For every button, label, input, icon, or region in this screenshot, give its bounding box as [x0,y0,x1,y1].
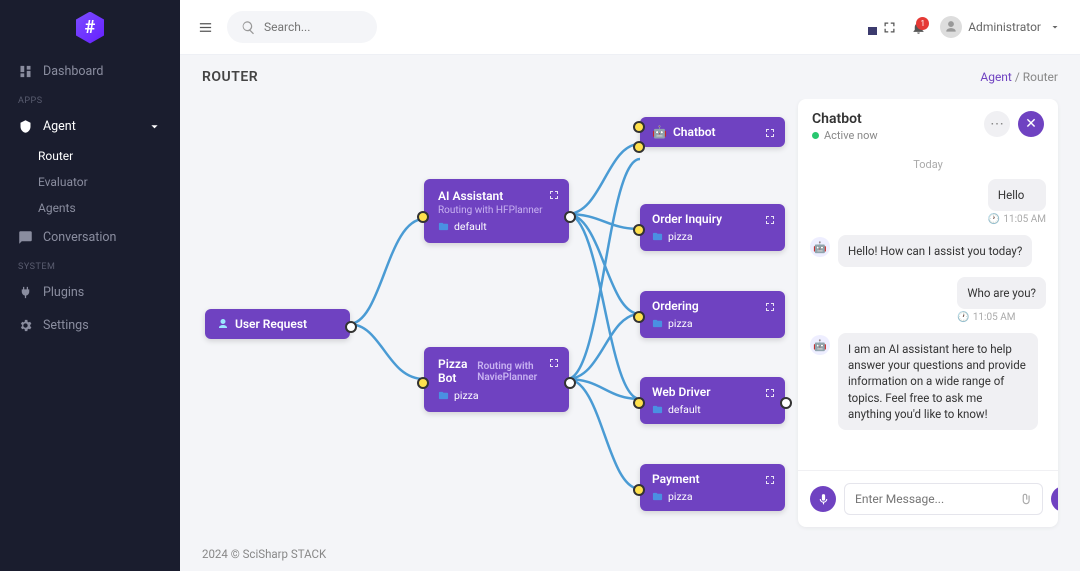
section-apps: APPS [0,88,180,110]
node-pizza-bot[interactable]: Pizza Bot Routing with NaviePlanner pizz… [424,347,569,412]
chat-icon [18,230,33,245]
nav-router[interactable]: Router [0,143,180,169]
notification-count: 1 [916,17,929,30]
chevron-down-icon [1047,20,1062,35]
nav-conversation[interactable]: Conversation [0,221,180,254]
chat-message: 🤖 Hello! How can I assist you today? [810,235,1046,267]
chat-body[interactable]: Hello 🕐 11:05 AM 🤖 Hello! How can I assi… [798,179,1058,470]
nav-settings[interactable]: Settings [0,309,180,342]
content: User Request AI Assistant Routing with H… [180,99,1080,537]
mic-button[interactable] [810,486,836,512]
node-chatbot[interactable]: 🤖 Chatbot [640,117,785,147]
nav-label: Settings [43,318,89,333]
status-dot-icon [812,132,819,139]
agent-icon [18,119,33,134]
bot-avatar-icon: 🤖 [810,335,830,355]
chat-input-bar [798,470,1058,527]
chat-status: Active now [812,129,878,142]
expand-icon[interactable] [546,355,561,370]
menu-icon[interactable] [198,20,213,35]
attach-icon[interactable] [1017,492,1032,507]
search-input[interactable] [227,11,377,43]
router-canvas[interactable]: User Request AI Assistant Routing with H… [202,99,784,527]
section-system: SYSTEM [0,254,180,276]
nav-label: Conversation [43,230,116,245]
breadcrumb-parent[interactable]: Agent [980,70,1011,84]
nav-label: Dashboard [43,64,103,79]
chat-title: Chatbot [812,111,878,127]
gear-icon [18,318,33,333]
chat-header: Chatbot Active now ⋯ ✕ [798,99,1058,154]
msg-time: 🕐 11:05 AM [957,312,1046,323]
bell-icon[interactable]: 1 [911,20,926,35]
user-menu[interactable]: Administrator [940,16,1062,38]
search-field[interactable] [264,20,363,34]
message-field[interactable] [855,492,1011,506]
logo: # [0,0,180,55]
chevron-down-icon [147,119,162,134]
user-name: Administrator [968,20,1041,34]
sidebar: # Dashboard APPS Agent Router Evaluator … [0,0,180,571]
breadcrumb-current: Router [1023,70,1058,84]
bot-avatar-icon: 🤖 [810,237,830,257]
chat-message: Hello 🕐 11:05 AM [810,179,1046,225]
send-button[interactable] [1051,486,1058,512]
nav-label: Agent [43,119,76,134]
expand-icon[interactable] [546,187,561,202]
chat-message: 🤖 I am an AI assistant here to help answ… [810,333,1046,429]
main: 1 Administrator ROUTER Agent / Router [180,0,1080,571]
nav-plugins[interactable]: Plugins [0,276,180,309]
expand-icon[interactable] [762,125,777,140]
node-web-driver[interactable]: Web Driver default [640,377,785,424]
topbar: 1 Administrator [180,0,1080,55]
chat-panel: Chatbot Active now ⋯ ✕ Today Hello 🕐 11:… [798,99,1058,527]
msg-time: 🕐 11:05 AM [988,214,1046,225]
node-user-request[interactable]: User Request [205,309,350,339]
node-payment[interactable]: Payment pizza [640,464,785,511]
expand-icon[interactable] [762,385,777,400]
nav-agents[interactable]: Agents [0,195,180,221]
expand-icon[interactable] [762,299,777,314]
fullscreen-icon[interactable] [882,20,897,35]
expand-icon[interactable] [762,472,777,487]
chat-message: Who are you? 🕐 11:05 AM [810,277,1046,323]
footer: 2024 © SciSharp STACK [180,537,1080,571]
node-order-inquiry[interactable]: Order Inquiry pizza [640,204,785,251]
expand-icon[interactable] [762,212,777,227]
avatar-icon [940,16,962,38]
chat-more-button[interactable]: ⋯ [984,111,1010,137]
chat-input[interactable] [844,483,1043,515]
chat-close-button[interactable]: ✕ [1018,111,1044,137]
nav-label: Plugins [43,285,84,300]
nav-evaluator[interactable]: Evaluator [0,169,180,195]
page-header: ROUTER Agent / Router [180,55,1080,99]
dashboard-icon [18,64,33,79]
plug-icon [18,285,33,300]
nav-dashboard[interactable]: Dashboard [0,55,180,88]
search-icon [241,20,256,35]
node-ordering[interactable]: Ordering pizza [640,291,785,338]
page-title: ROUTER [202,69,258,85]
logo-icon: # [76,12,104,44]
node-ai-assistant[interactable]: AI Assistant Routing with HFPlanner defa… [424,179,569,243]
nav-agent[interactable]: Agent [0,110,180,143]
chat-divider: Today [798,154,1058,179]
breadcrumb: Agent / Router [980,70,1058,84]
